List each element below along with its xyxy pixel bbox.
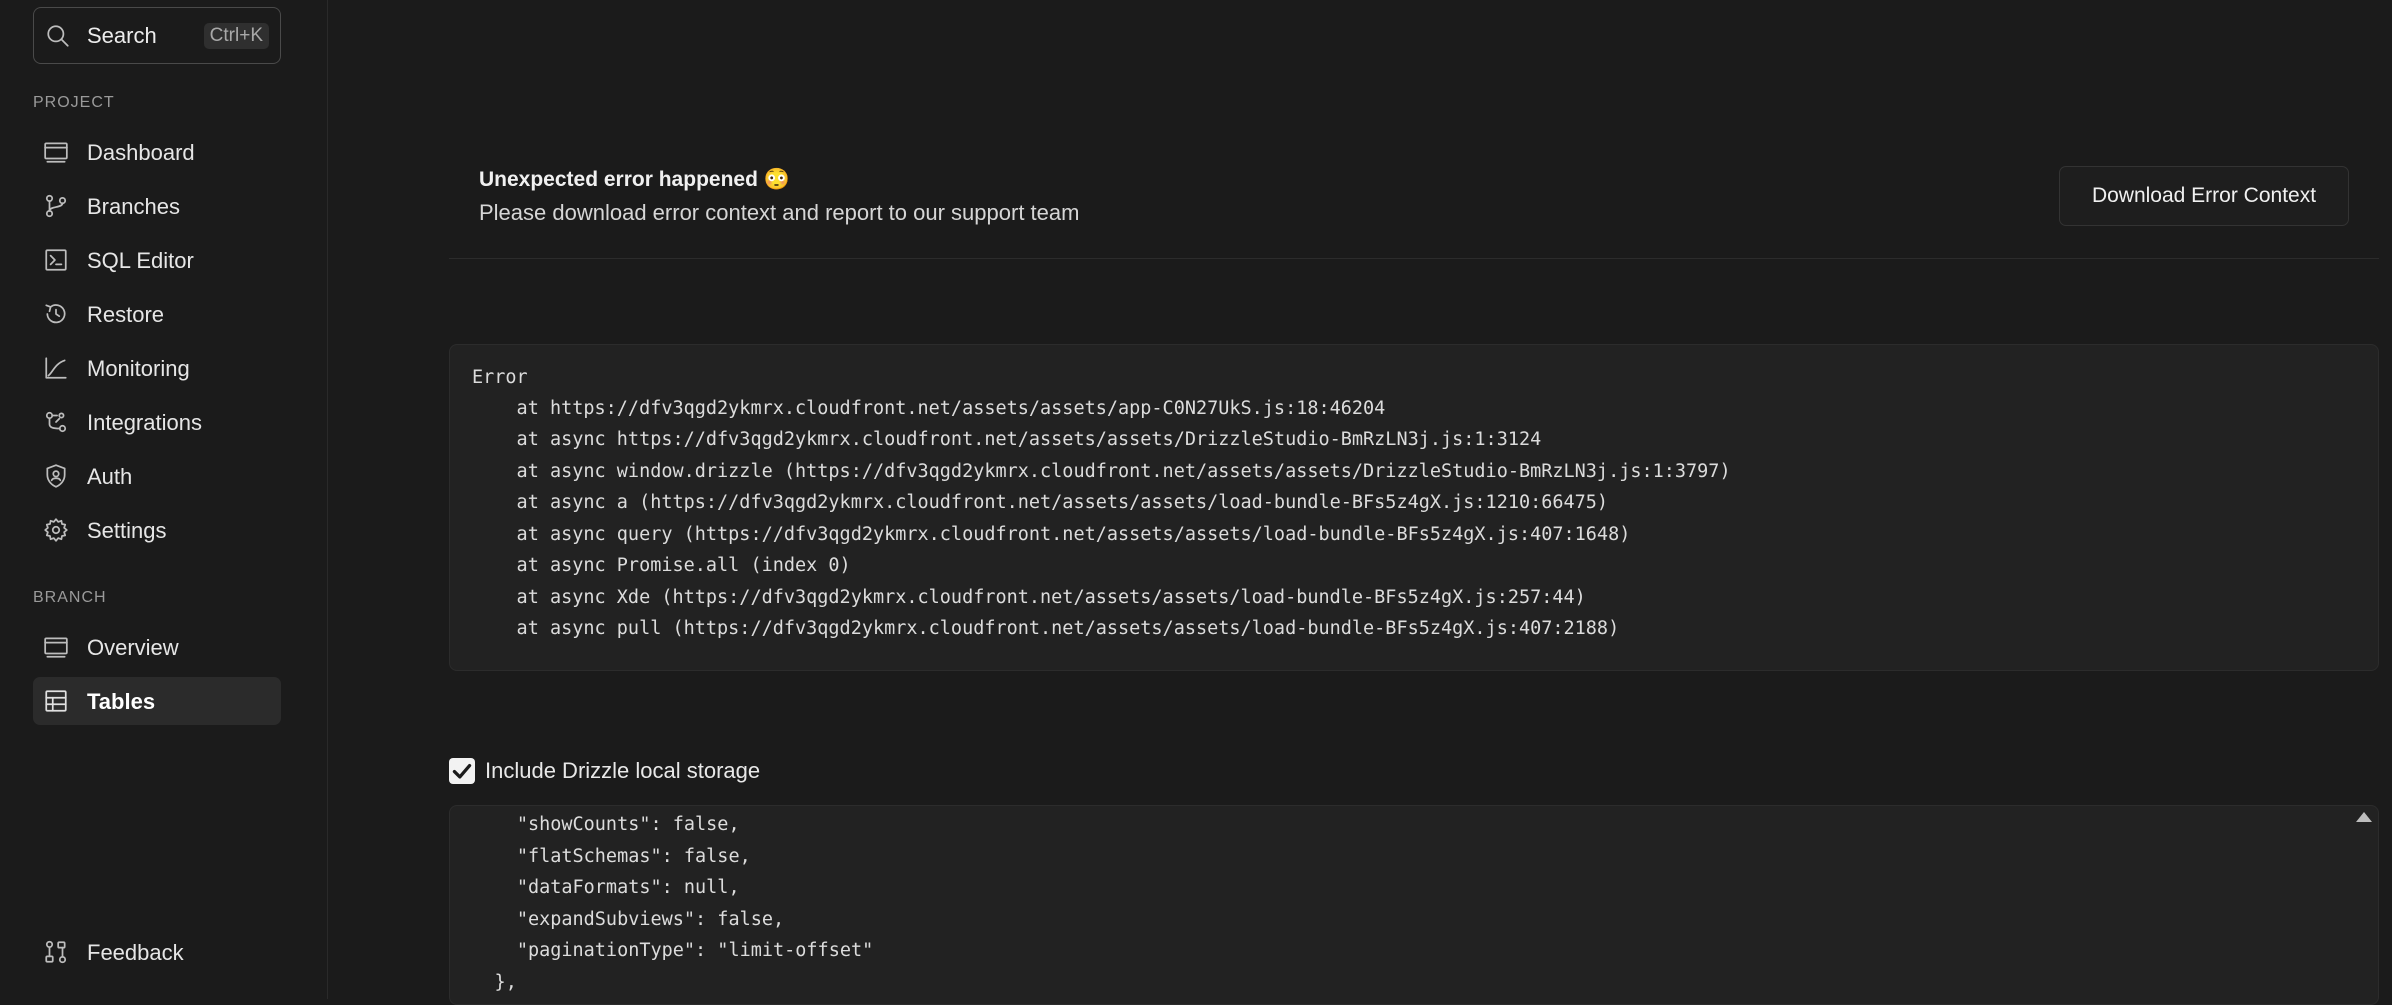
integrations-icon: [45, 411, 67, 433]
sidebar-item-restore[interactable]: Restore: [33, 290, 281, 338]
stack-trace-line: at async query (https://dfv3qgd2ykmrx.cl…: [472, 524, 1631, 545]
dashboard-icon: [44, 142, 68, 163]
project-section-label: PROJECT: [33, 94, 115, 111]
search-button[interactable]: Search Ctrl+K: [33, 7, 281, 64]
sidebar-item-label: SQL Editor: [87, 248, 194, 273]
storage-line: "dataFormats": null,: [450, 877, 740, 898]
sidebar-item-label: Tables: [87, 689, 156, 714]
storage-line: "paginationType": "limit-offset": [450, 940, 874, 961]
stack-trace-line: at https://dfv3qgd2ykmrx.cloudfront.net/…: [472, 398, 1386, 419]
sidebar-item-auth[interactable]: Auth: [33, 452, 281, 500]
download-error-context-button[interactable]: Download Error Context: [2059, 166, 2349, 226]
stack-trace-line: at async Promise.all (index 0): [472, 555, 851, 576]
sidebar-item-monitoring[interactable]: Monitoring: [33, 344, 281, 392]
checkmark-icon: [452, 763, 472, 779]
search-label: Search: [87, 23, 157, 48]
stack-trace-line: at async https://dfv3qgd2ykmrx.cloudfron…: [472, 429, 1542, 450]
sidebar-item-label: Restore: [87, 302, 165, 327]
stack-trace-line: at async Xde (https://dfv3qgd2ykmrx.clou…: [472, 587, 1586, 608]
branch-section-label: BRANCH: [33, 589, 107, 606]
error-title: Unexpected error happened 😳: [479, 168, 790, 191]
sidebar-item-integrations[interactable]: Integrations: [33, 398, 281, 446]
stack-trace-panel: Error at https://dfv3qgd2ykmrx.cloudfron…: [449, 344, 2379, 671]
scroll-up-arrow[interactable]: [2356, 812, 2372, 822]
tables-icon: [45, 690, 67, 712]
sidebar-item-label: Dashboard: [87, 140, 195, 165]
checkbox[interactable]: [449, 758, 475, 784]
sidebar-item-label: Auth: [87, 464, 133, 489]
sql-editor-icon: [45, 249, 67, 271]
sidebar-item-label: Monitoring: [87, 356, 190, 381]
stack-trace-line: at async pull (https://dfv3qgd2ykmrx.clo…: [472, 618, 1620, 639]
feedback-icon: [45, 940, 67, 964]
sidebar-item-settings[interactable]: Settings: [33, 506, 281, 554]
checkbox-label: Include Drizzle local storage: [485, 758, 761, 783]
storage-line: "flatSchemas": false,: [450, 846, 751, 867]
auth-icon: [46, 464, 66, 488]
monitoring-icon: [45, 357, 67, 379]
stack-trace-line: at async window.drizzle (https://dfv3qgd…: [472, 461, 1731, 482]
storage-line: "showCounts": false,: [450, 814, 740, 835]
sidebar-item-label: Feedback: [87, 940, 184, 965]
sidebar-item-label: Branches: [87, 194, 180, 219]
error-subtitle: Please download error context and report…: [479, 200, 1080, 225]
search-icon: [47, 25, 69, 47]
stack-trace-line: at async a (https://dfv3qgd2ykmrx.cloudf…: [472, 492, 1609, 513]
sidebar-item-branches[interactable]: Branches: [33, 182, 281, 230]
main-content: Unexpected error happened 😳 Please downl…: [329, 0, 2392, 1005]
sidebar-item-dashboard[interactable]: Dashboard: [33, 128, 281, 176]
sidebar: Search Ctrl+K PROJECT Dashboard Branches…: [0, 0, 328, 999]
sidebar-item-label: Integrations: [87, 410, 202, 435]
search-shortcut: Ctrl+K: [203, 23, 269, 49]
storage-line: "expandSubviews": false,: [450, 909, 785, 930]
sidebar-item-overview[interactable]: Overview: [33, 623, 281, 671]
sidebar-item-sql-editor[interactable]: SQL Editor: [33, 236, 281, 284]
sidebar-item-tables[interactable]: Tables: [33, 677, 281, 725]
restore-icon: [45, 304, 66, 324]
sidebar-item-label: Overview: [87, 635, 179, 660]
divider: [449, 258, 2379, 259]
branches-icon: [45, 194, 67, 218]
stack-trace-line: Error: [472, 367, 528, 388]
feedback-button[interactable]: Feedback: [33, 928, 281, 976]
sidebar-item-label: Settings: [87, 518, 167, 543]
local-storage-panel[interactable]: "showCounts": false, "flatSchemas": fals…: [449, 805, 2379, 1005]
overview-icon: [44, 637, 68, 658]
settings-icon: [44, 518, 68, 542]
storage-line: },: [450, 972, 517, 993]
